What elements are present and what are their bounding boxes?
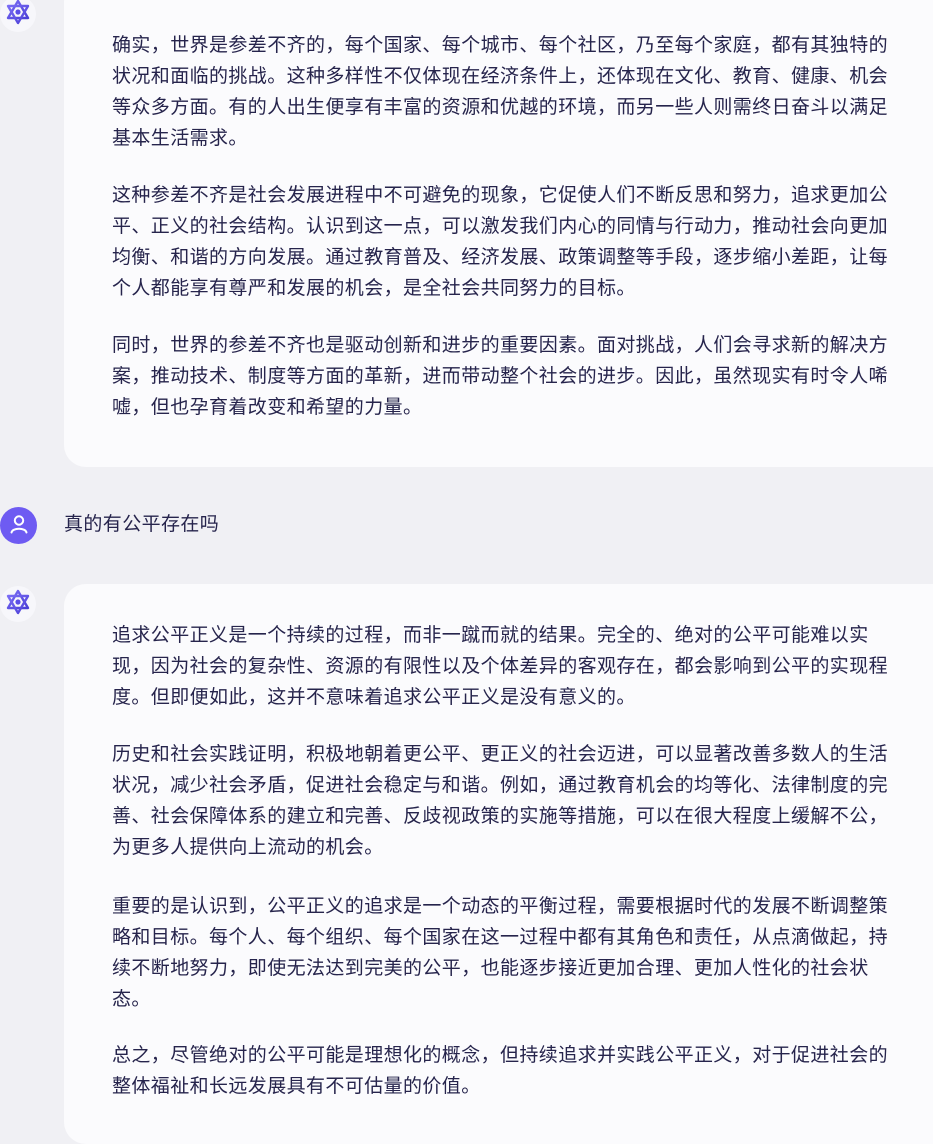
user-avatar-icon xyxy=(8,513,30,539)
assistant-paragraph: 总之，尽管绝对的公平可能是理想化的概念，但持续追求并实践公平正义，对于促进社会的… xyxy=(112,1044,889,1097)
assistant-paragraph: 这种参差不齐是社会发展进程中不可避免的现象，它促使人们不断反思和努力，追求更加公… xyxy=(112,184,889,299)
assistant-paragraph: 同时，世界的参差不齐也是驱动创新和进步的重要因素。面对挑战，人们会寻求新的解决方… xyxy=(112,334,889,418)
user-avatar xyxy=(0,507,37,544)
assistant-logo-icon xyxy=(3,0,33,31)
assistant-paragraph: 确实，世界是参差不齐的，每个国家、每个城市、每个社区，乃至每个家庭，都有其独特的… xyxy=(112,34,889,149)
assistant-paragraph: 历史和社会实践证明，积极地朝着更公平、更正义的社会迈进，可以显著改善多数人的生活… xyxy=(112,743,889,858)
assistant-paragraph: 重要的是认识到，公平正义的追求是一个动态的平衡过程，需要根据时代的发展不断调整策… xyxy=(112,895,889,1010)
assistant-avatar xyxy=(0,586,36,622)
user-message-text: 真的有公平存在吗 xyxy=(64,513,220,535)
assistant-paragraph: 追求公平正义是一个持续的过程，而非一蹴而就的结果。完全的、绝对的公平可能难以实现… xyxy=(112,624,889,708)
assistant-logo-icon xyxy=(3,587,33,621)
assistant-avatar xyxy=(0,0,36,32)
